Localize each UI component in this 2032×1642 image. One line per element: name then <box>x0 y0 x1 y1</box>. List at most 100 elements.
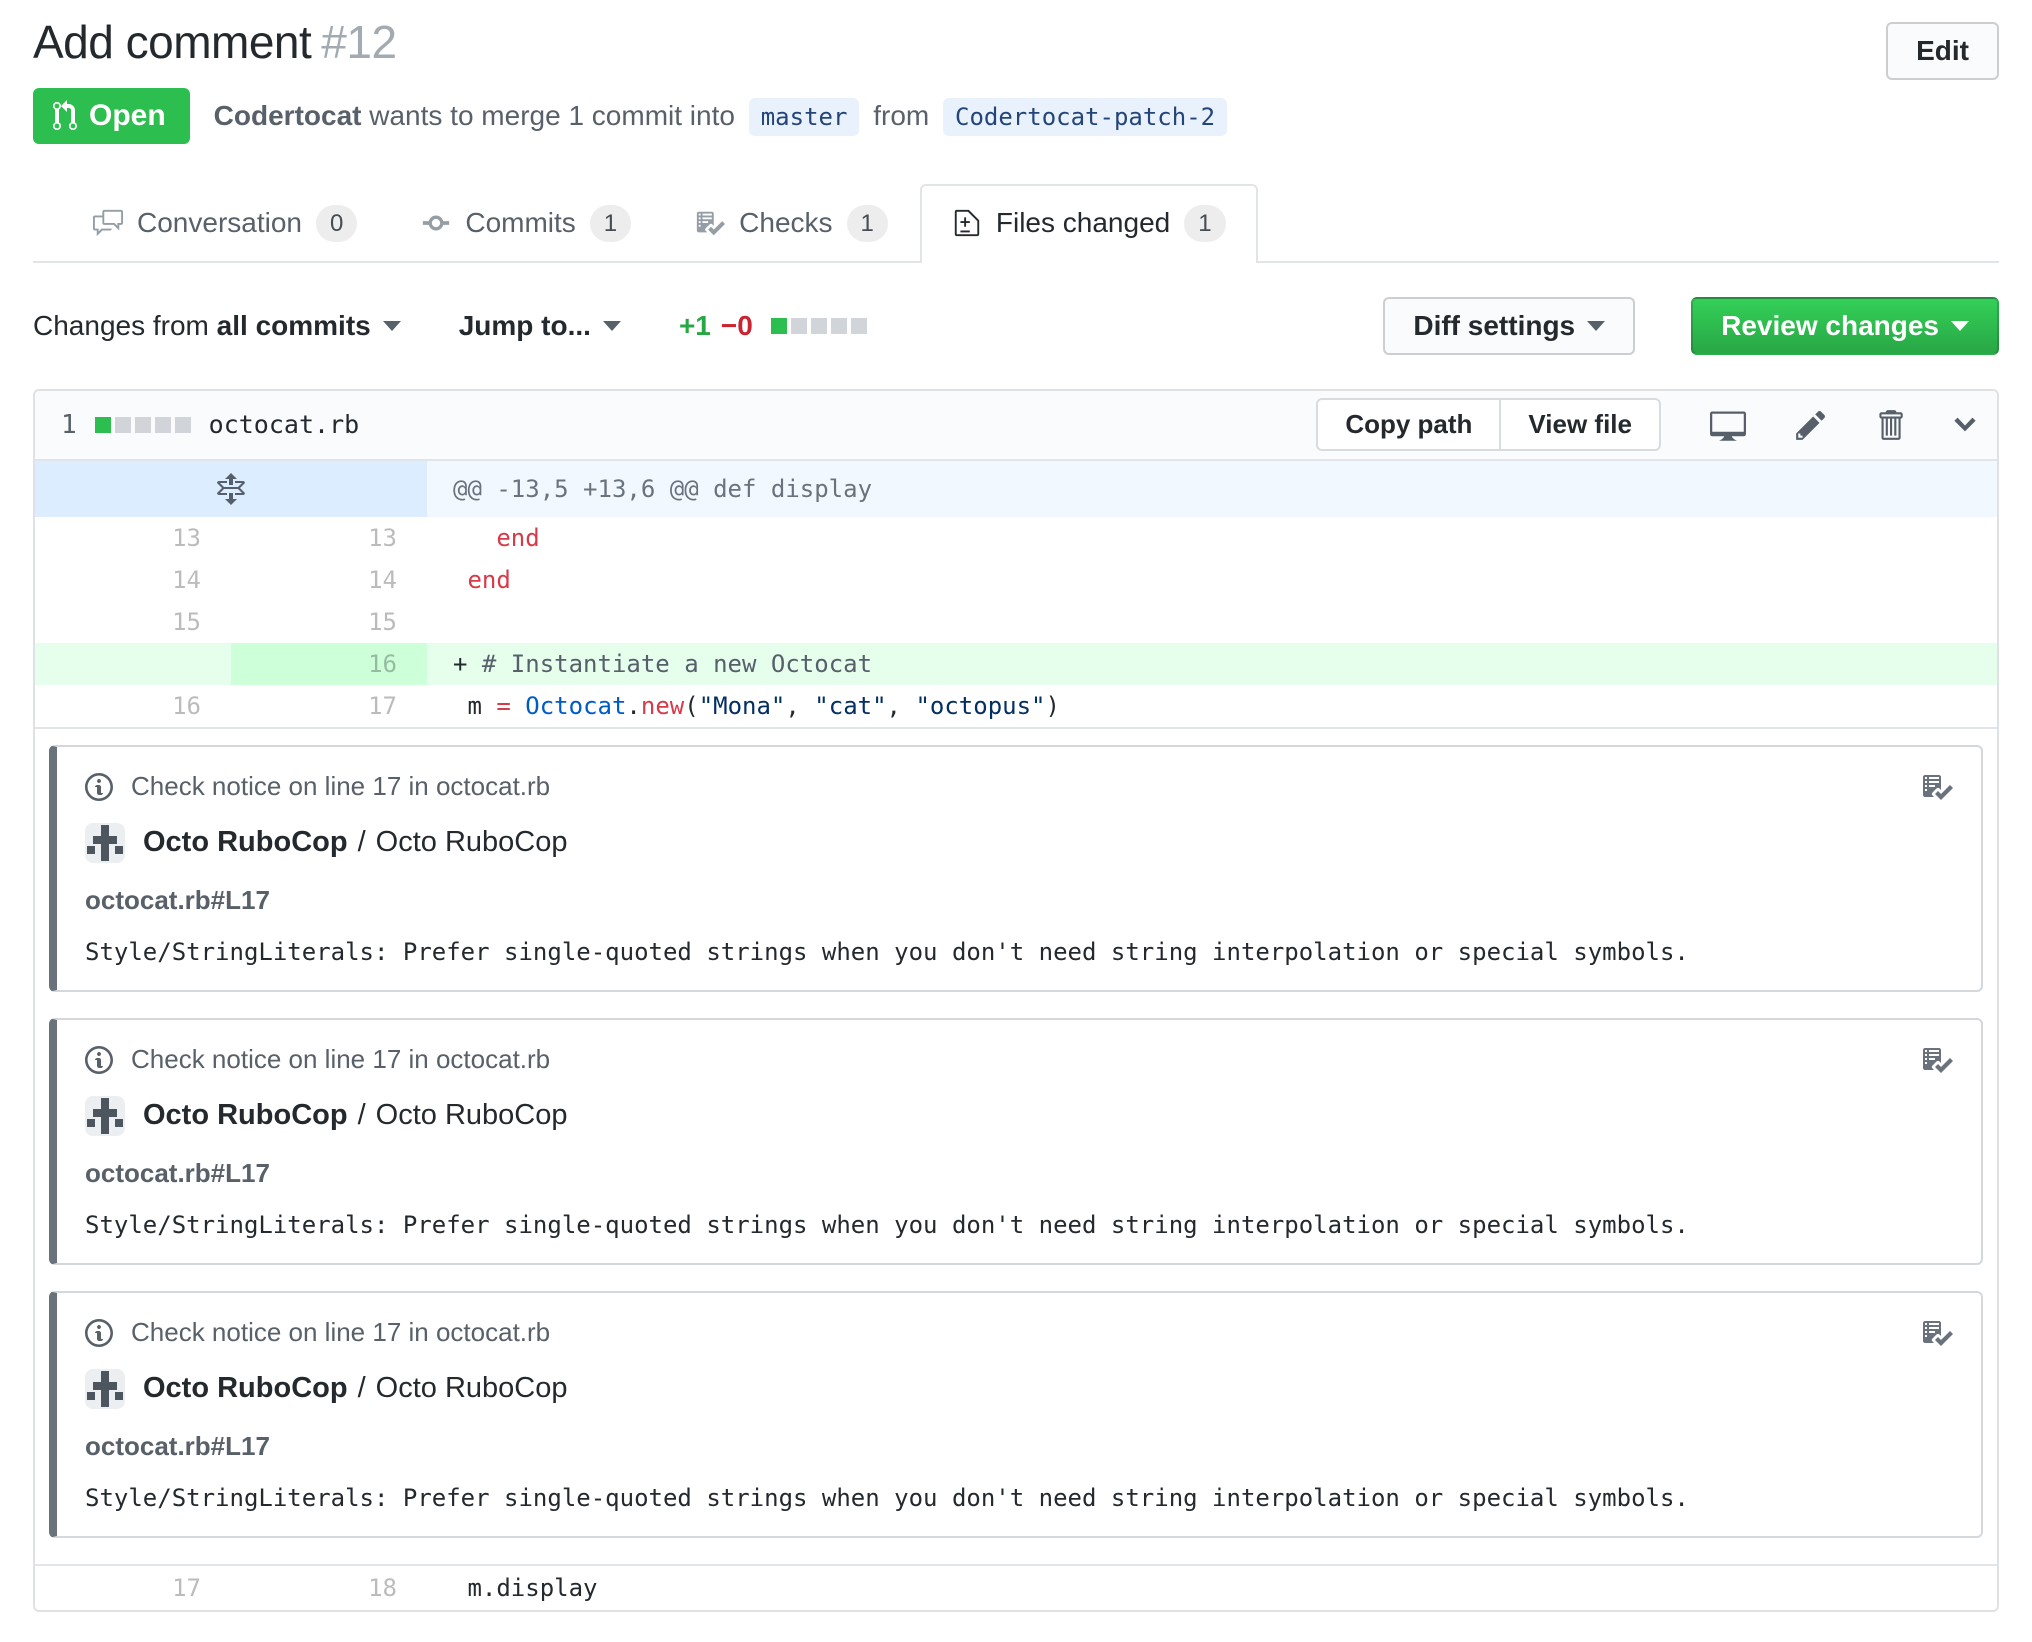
new-line-number[interactable]: 18 <box>231 1566 427 1610</box>
new-line-number[interactable]: 16 <box>231 642 427 685</box>
collapse-file-button[interactable] <box>1953 408 1977 442</box>
diffstat: +1 −0 <box>679 310 867 342</box>
info-icon <box>85 772 113 801</box>
from-text: from <box>873 99 930 131</box>
diff-settings-button[interactable]: Diff settings <box>1383 296 1636 355</box>
check-notice-card: Check notice on line 17 in octocat.rb Oc… <box>49 1017 1983 1265</box>
new-line-number[interactable]: 13 <box>231 517 427 559</box>
old-line-number[interactable]: 15 <box>35 601 231 643</box>
hunk-header-text: @@ -13,5 +13,6 @@ def display <box>427 460 1997 517</box>
pr-title-text: Add comment <box>33 16 312 68</box>
unfold-icon <box>217 472 245 505</box>
check-app-row: Octo RuboCop / Octo RuboCop <box>85 822 1953 863</box>
caret-down-icon <box>382 320 401 331</box>
delete-file-button[interactable] <box>1876 408 1904 442</box>
check-app-name[interactable]: Octo RuboCop <box>143 826 348 859</box>
pr-tabnav: Conversation 0 Commits 1 Checks 1 Files … <box>33 183 1999 263</box>
edit-button[interactable]: Edit <box>1886 22 1999 80</box>
check-app-row: Octo RuboCop / Octo RuboCop <box>85 1095 1953 1136</box>
file-actions: Copy path View file <box>1316 398 1977 452</box>
check-notice-card: Check notice on line 17 in octocat.rb Oc… <box>49 1290 1983 1538</box>
tab-label: Files changed <box>995 207 1171 239</box>
check-notice-title: Check notice on line 17 in octocat.rb <box>131 1317 551 1348</box>
pr-header: Add comment #12 Edit <box>33 14 1999 80</box>
check-context-name: Octo RuboCop <box>375 826 568 859</box>
code-line: end <box>467 565 511 594</box>
caret-down-icon <box>1587 320 1606 331</box>
new-line-number[interactable]: 14 <box>231 559 427 601</box>
review-changes-button[interactable]: Review changes <box>1691 296 1999 355</box>
check-app-separator: / <box>357 826 366 859</box>
diff-row-addition: 16 + # Instantiate a new Octocat <box>35 642 1997 685</box>
pencil-icon <box>1796 410 1826 440</box>
view-file-button[interactable]: View file <box>1499 398 1661 452</box>
tab-label: Checks <box>739 207 833 239</box>
diff-row: 16 17 m = Octocat.new("Mona", "cat", "oc… <box>35 685 1997 727</box>
pr-status-row: Open Codertocat wants to merge 1 commit … <box>33 87 1999 144</box>
check-location: octocat.rb#L17 <box>85 884 270 915</box>
file-diff-card: 1 octocat.rb Copy path View file @@ -13,… <box>33 388 1999 1612</box>
diff-settings-label: Diff settings <box>1413 309 1576 341</box>
jump-to-dropdown[interactable]: Jump to... <box>459 310 621 342</box>
octo-rubocop-avatar <box>85 822 125 863</box>
rich-diff-button[interactable] <box>1710 407 1746 443</box>
info-icon <box>85 1318 113 1347</box>
old-line-number[interactable] <box>35 642 231 685</box>
file-diffstat-blocks <box>91 416 191 433</box>
check-app-name[interactable]: Octo RuboCop <box>143 1372 348 1405</box>
plus-avatar-icon <box>87 1097 123 1134</box>
check-message: Style/StringLiterals: Prefer single-quot… <box>85 1483 1689 1512</box>
pr-files-page: Add comment #12 Edit Open Codertocat want… <box>0 0 2032 1642</box>
tab-files-changed[interactable]: Files changed 1 <box>919 183 1258 263</box>
check-app-separator: / <box>357 1099 366 1132</box>
new-line-number[interactable]: 17 <box>231 685 427 727</box>
code-line: m = Octocat.new("Mona", "cat", "octopus"… <box>467 691 1060 720</box>
check-annotations-area: Check notice on line 17 in octocat.rb Oc… <box>35 726 1997 1538</box>
check-notice-header: Check notice on line 17 in octocat.rb <box>85 1317 1953 1349</box>
check-app-row: Octo RuboCop / Octo RuboCop <box>85 1368 1953 1409</box>
old-line-number[interactable]: 13 <box>35 517 231 559</box>
diff-row: 14 14 end <box>35 559 1997 601</box>
file-diff-icon <box>954 209 980 237</box>
expand-hunk-button[interactable] <box>35 460 427 517</box>
diff-row: 15 15 <box>35 601 1997 643</box>
old-line-number[interactable]: 14 <box>35 559 231 601</box>
check-notice-title: Check notice on line 17 in octocat.rb <box>131 1044 551 1075</box>
head-branch-label: Codertocat-patch-2 <box>943 97 1228 136</box>
tab-counter: 1 <box>846 204 888 242</box>
merge-text: wants to merge 1 commit into <box>369 99 735 131</box>
git-commit-icon <box>423 215 450 231</box>
pr-number: #12 <box>321 16 397 68</box>
check-app-name[interactable]: Octo RuboCop <box>143 1099 348 1132</box>
file-name-link[interactable]: octocat.rb <box>209 410 360 439</box>
old-line-number[interactable]: 17 <box>35 1566 231 1610</box>
check-message: Style/StringLiterals: Prefer single-quot… <box>85 937 1689 966</box>
changes-from-dropdown[interactable]: Changes from all commits <box>33 310 401 342</box>
check-location: octocat.rb#L17 <box>85 1157 270 1188</box>
tab-conversation[interactable]: Conversation 0 <box>61 184 389 261</box>
new-line-number[interactable]: 15 <box>231 601 427 643</box>
file-header: 1 octocat.rb Copy path View file <box>35 390 1997 461</box>
check-context-name: Octo RuboCop <box>375 1099 568 1132</box>
trash-icon <box>1879 409 1903 440</box>
old-line-number[interactable]: 16 <box>35 685 231 727</box>
additions-count: +1 <box>678 309 711 341</box>
chevron-down-icon <box>1954 417 1976 432</box>
diff-hunk-header: @@ -13,5 +13,6 @@ def display <box>35 460 1997 517</box>
edit-file-button[interactable] <box>1795 408 1827 442</box>
octo-rubocop-avatar <box>85 1095 125 1136</box>
check-notice-card: Check notice on line 17 in octocat.rb Oc… <box>49 744 1983 992</box>
tab-checks[interactable]: Checks 1 <box>663 184 920 261</box>
diffbar: Changes from all commits Jump to... +1 −… <box>33 296 1999 355</box>
plus-avatar-icon <box>87 824 123 861</box>
author-link[interactable]: Codertocat <box>214 100 362 131</box>
octo-rubocop-avatar <box>85 1368 125 1409</box>
check-notice-header: Check notice on line 17 in octocat.rb <box>85 771 1953 803</box>
checklist-icon <box>1921 1317 1953 1349</box>
diffbar-actions: Diff settings Review changes <box>1383 296 1999 355</box>
plus-avatar-icon <box>87 1370 123 1407</box>
tab-commits[interactable]: Commits 1 <box>389 184 663 261</box>
copy-path-button[interactable]: Copy path <box>1316 398 1502 452</box>
tab-label: Conversation <box>137 207 302 239</box>
comment-discussion-icon <box>93 209 123 237</box>
